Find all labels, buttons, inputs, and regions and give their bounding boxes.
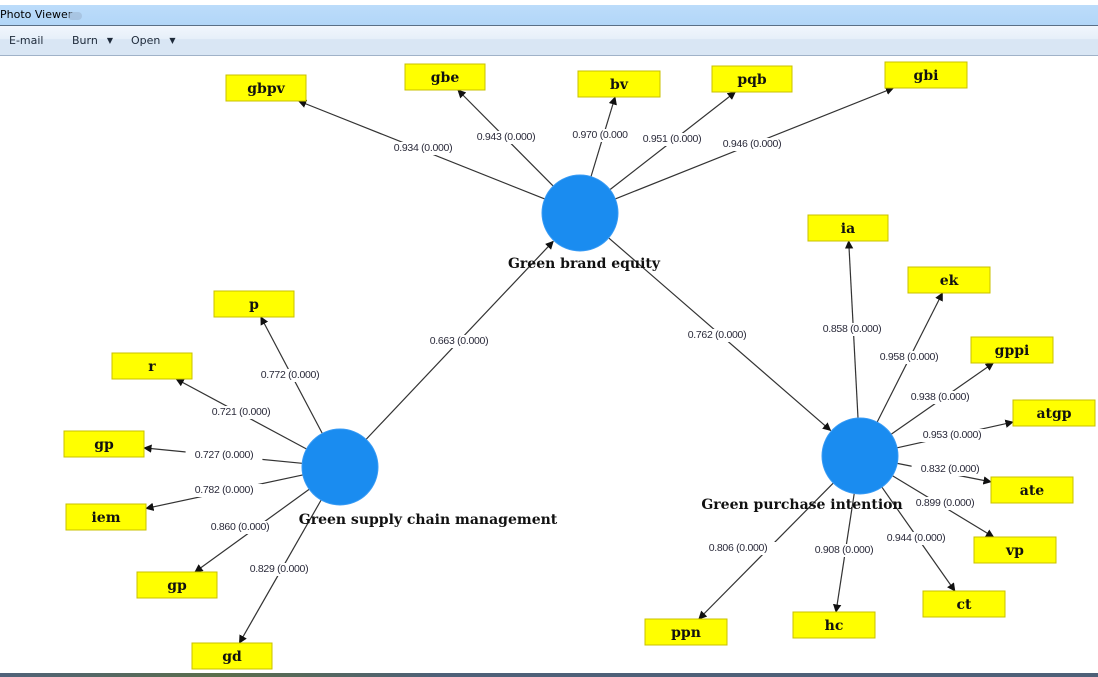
loading-label: 0.943 (0.000) [477,131,536,143]
sem-diagram: gbpv gbe bv pqb gbi p r gp iem gp gd ia ek gppi atgp at… [63,61,1096,670]
loading-label: 0.944 (0.000) [887,532,946,544]
burn-button-label: Burn [72,34,98,47]
indicator-ia-label: ia [841,221,855,237]
indicator-gppi-label: gppi [995,343,1030,359]
loading-label: 0.953 (0.000) [923,429,982,441]
title-blur [68,12,82,20]
indicator-ek-label: ek [940,273,959,289]
loading-label: 0.860 (0.000) [211,521,270,533]
loading-label: 0.934 (0.000) [394,142,453,154]
loading-label: 0.772 (0.000) [261,369,320,381]
title-bar: Photo Viewer [0,5,1098,26]
chevron-down-icon: ▼ [106,36,113,45]
loading-label: 0.782 (0.000) [195,484,254,496]
loading-label: 0.958 (0.000) [880,351,939,363]
window-bottom-border [0,673,1098,677]
loading-label: 0.908 (0.000) [815,544,874,556]
path-coefficient-label: 0.762 (0.000) [688,329,747,341]
indicator-gbi-label: gbi [914,68,939,84]
indicator-gp-label: gp [167,578,187,594]
indicator-hc-label: hc [825,618,844,634]
indicator-iem-label: iem [91,510,120,526]
loading-label: 0.832 (0.000) [921,463,980,475]
loading-label: 0.721 (0.000) [212,406,271,418]
loading-label: 0.970 (0.000 [572,129,628,141]
construct-gpi-label: Green purchase intention [701,497,902,513]
indicator-p-label: p [249,297,259,313]
loading-label: 0.727 (0.000) [195,449,254,461]
loading-label: 0.829 (0.000) [250,563,309,575]
indicator-gd-label: gd [222,649,242,665]
indicator-atgp-label: atgp [1036,406,1071,422]
chevron-down-icon: ▼ [169,36,176,45]
indicator-vp-label: vp [1005,543,1024,559]
toolbar: E-mail Burn ▼ Open ▼ [0,26,1098,56]
construct-gpi-circle[interactable] [821,417,899,495]
indicator-ppn-label: ppn [671,625,701,641]
indicator-pqb-label: pqb [737,72,767,88]
indicator-gp-label: gp [94,437,114,453]
email-button-label: E-mail [9,34,44,47]
loading-label: 0.899 (0.000) [916,497,975,509]
construct-gbe-label: Green brand equity [508,256,661,272]
construct-gscm-circle[interactable] [301,428,379,506]
construct-gscm-label: Green supply chain management [299,512,558,528]
indicator-gbe-label: gbe [431,70,460,86]
indicator-ct-label: ct [957,597,973,613]
window-title: Photo Viewer [0,8,73,21]
path-coefficient-label: 0.663 (0.000) [430,335,489,347]
open-button-label: Open [131,34,161,47]
loading-label: 0.946 (0.000) [723,138,782,150]
indicator-gbpv-label: gbpv [247,81,285,97]
email-button[interactable]: E-mail [9,34,44,47]
image-canvas: gbpv gbe bv pqb gbi p r gp iem gp gd ia ek gppi atgp at… [0,56,1098,673]
indicator-bv-label: bv [610,77,629,93]
burn-button[interactable]: Burn ▼ [72,34,113,47]
loading-label: 0.951 (0.000) [643,133,702,145]
construct-gbe-circle[interactable] [541,174,619,252]
indicator-r-label: r [148,359,156,375]
loading-label: 0.938 (0.000) [911,391,970,403]
indicator-ate-label: ate [1020,483,1045,499]
open-button[interactable]: Open ▼ [131,34,176,47]
loading-label: 0.806 (0.000) [709,542,768,554]
loading-label: 0.858 (0.000) [823,323,882,335]
